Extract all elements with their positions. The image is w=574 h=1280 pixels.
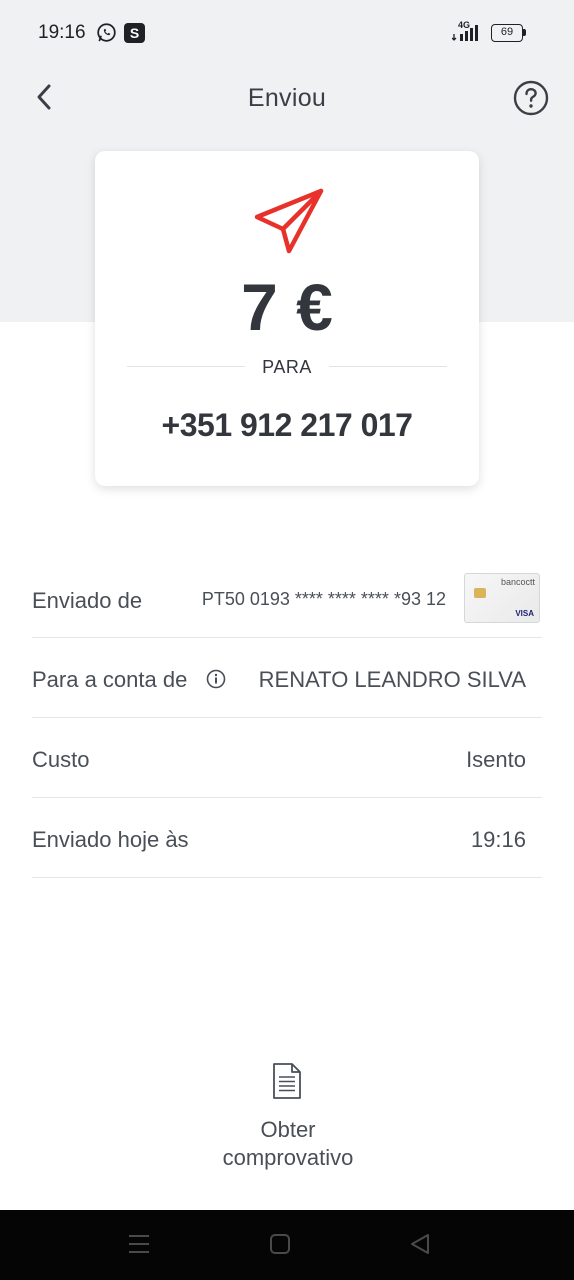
receipt-label-line1: Obter bbox=[260, 1117, 316, 1142]
signal-icon bbox=[452, 25, 478, 41]
page-title: Enviou bbox=[247, 84, 327, 112]
get-receipt-label: Obter comprovativo bbox=[200, 1116, 376, 1172]
info-icon[interactable] bbox=[206, 669, 226, 689]
whatsapp-icon bbox=[97, 23, 116, 42]
row-label: Enviado de bbox=[32, 588, 143, 613]
get-receipt-button[interactable]: Obter comprovativo bbox=[200, 1058, 376, 1178]
divider bbox=[329, 366, 447, 367]
battery-icon: 69 bbox=[491, 24, 527, 42]
detail-row-sent-time: Enviado hoje às 19:16 bbox=[32, 798, 542, 878]
transfer-summary-card: 7 € PARA +351 912 217 017 bbox=[95, 151, 479, 486]
detail-row-sent-from: Enviado de PT50 0193 **** **** **** *93 … bbox=[32, 558, 542, 638]
bank-card-thumbnail: bancoctt VISA bbox=[464, 573, 540, 623]
card-chip bbox=[474, 588, 486, 598]
transfer-amount: 7 € bbox=[241, 270, 333, 344]
status-time: 19:16 bbox=[38, 22, 86, 43]
receipt-label-line2: comprovativo bbox=[222, 1145, 354, 1170]
account-holder-name: RENATO LEANDRO SILVA bbox=[258, 667, 526, 692]
app-notification-icon: S bbox=[124, 23, 145, 43]
to-label: PARA bbox=[262, 357, 312, 377]
cost-value: Isento bbox=[466, 747, 526, 772]
document-icon bbox=[273, 1063, 301, 1099]
detail-row-account-holder: Para a conta de RENATO LEANDRO SILVA bbox=[32, 638, 542, 718]
menu-icon[interactable] bbox=[127, 1232, 151, 1256]
sent-time-value: 19:16 bbox=[470, 827, 526, 852]
source-account: PT50 0193 **** **** **** *93 12 bbox=[201, 589, 446, 609]
battery-level: 69 bbox=[491, 24, 523, 42]
card-network: VISA bbox=[515, 609, 534, 618]
paper-plane-icon bbox=[254, 188, 324, 254]
status-bar: 19:16 S 4G 69 bbox=[0, 0, 574, 66]
row-label: Enviado hoje às bbox=[32, 827, 189, 852]
battery-tip bbox=[523, 29, 526, 36]
detail-row-cost: Custo Isento bbox=[32, 718, 542, 798]
system-navigation-bar bbox=[0, 1210, 574, 1280]
home-icon[interactable] bbox=[268, 1232, 292, 1256]
recipient-phone: +351 912 217 017 bbox=[161, 407, 413, 443]
help-icon[interactable] bbox=[513, 80, 549, 116]
back-triangle-icon[interactable] bbox=[408, 1232, 432, 1256]
row-label: Custo bbox=[32, 747, 90, 772]
row-label: Para a conta de bbox=[32, 667, 188, 692]
card-brand: bancoctt bbox=[500, 577, 535, 587]
